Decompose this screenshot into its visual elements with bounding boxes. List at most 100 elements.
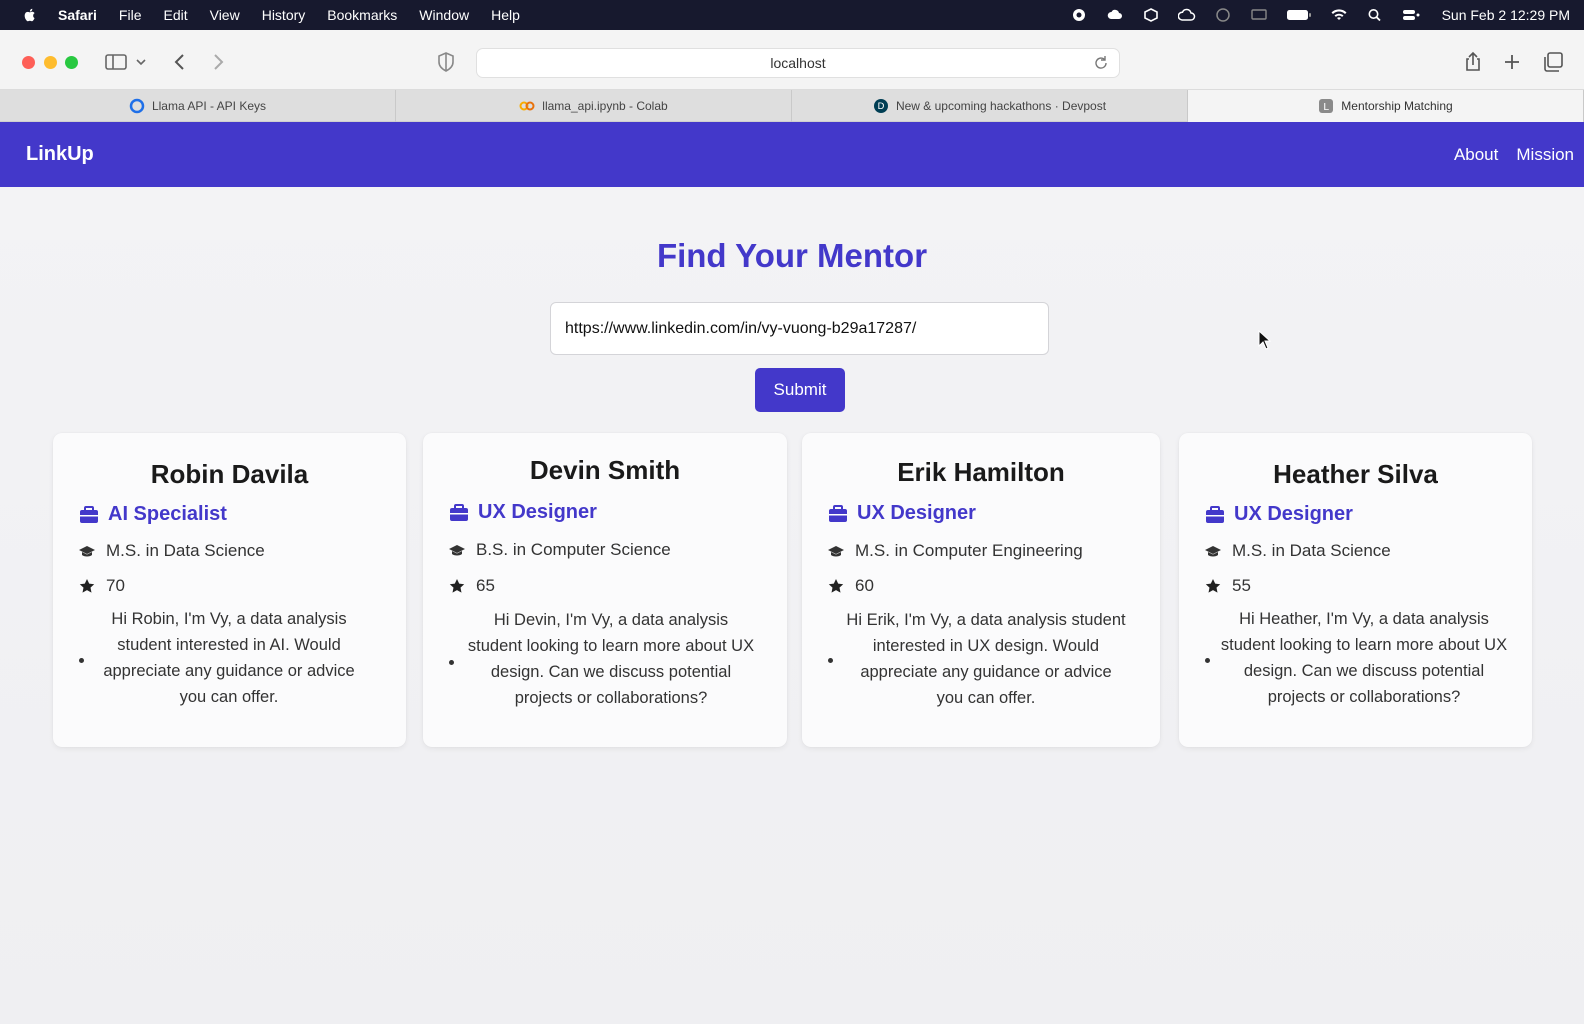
forward-icon[interactable] <box>206 50 230 74</box>
list-bullet <box>449 660 454 665</box>
page-title: Find Your Mentor <box>656 237 928 274</box>
mentor-score: 65 <box>449 576 495 596</box>
mentor-score-value: 70 <box>106 576 125 595</box>
cloud-icon[interactable] <box>1177 8 1196 22</box>
page-icon: L <box>1319 99 1334 113</box>
menu-window[interactable]: Window <box>419 7 469 23</box>
tab-colab[interactable]: llama_api.ipynb - Colab <box>396 90 792 122</box>
nav-links: About Mission <box>1454 122 1574 187</box>
wifi-icon[interactable] <box>1330 8 1348 22</box>
mentor-message: Hi Erik, I'm Vy, a data analysis student… <box>846 611 1126 707</box>
mentor-education: M.S. in Data Science <box>79 541 265 561</box>
colab-icon <box>519 101 535 111</box>
briefcase-icon <box>829 504 847 522</box>
close-window-button[interactable] <box>22 56 35 69</box>
mentor-card: Erik Hamilton UX Designer M.S. in Comput… <box>802 433 1160 747</box>
star-icon <box>449 579 465 593</box>
box-icon[interactable] <box>1142 8 1160 22</box>
chevron-down-icon[interactable] <box>133 50 149 74</box>
battery-icon[interactable] <box>1286 8 1312 22</box>
macos-menu-bar: Safari File Edit View History Bookmarks … <box>0 0 1584 30</box>
mentor-score-value: 55 <box>1232 576 1251 595</box>
mentor-name: Robin Davila <box>150 459 309 489</box>
mentor-role: UX Designer <box>1205 503 1353 526</box>
mentor-score: 55 <box>1205 576 1251 596</box>
menu-edit[interactable]: Edit <box>163 7 187 23</box>
mouse-cursor-icon <box>1258 330 1272 350</box>
menu-file[interactable]: File <box>119 7 142 23</box>
llama-icon <box>129 98 145 114</box>
mentor-role-label: UX Designer <box>478 501 597 523</box>
nav-mission-link[interactable]: Mission <box>1516 145 1574 165</box>
tab-bar: Llama API - API Keys llama_api.ipynb - C… <box>0 90 1584 122</box>
search-icon[interactable] <box>1366 8 1384 22</box>
brand-logo[interactable]: LinkUp <box>26 143 94 166</box>
mentor-name: Erik Hamilton <box>897 457 1065 487</box>
mentor-role-label: UX Designer <box>1234 503 1353 525</box>
graduation-cap-icon <box>449 545 465 556</box>
svg-text:L: L <box>1324 102 1330 113</box>
mentor-name: Devin Smith <box>529 455 681 485</box>
mentor-score: 60 <box>828 576 874 596</box>
list-bullet <box>1205 658 1210 663</box>
sidebar-toggle-icon[interactable] <box>104 50 128 74</box>
mentor-education: B.S. in Computer Science <box>449 540 671 560</box>
briefcase-icon <box>80 505 98 523</box>
address-bar[interactable]: localhost <box>476 48 1120 78</box>
submit-button[interactable]: Submit <box>755 368 845 412</box>
tab-llama-api[interactable]: Llama API - API Keys <box>0 90 396 122</box>
mentor-message: Hi Heather, I'm Vy, a data analysis stud… <box>1220 610 1508 706</box>
back-icon[interactable] <box>168 50 192 74</box>
tab-label: Mentorship Matching <box>1341 99 1453 113</box>
mentor-name: Heather Silva <box>1273 459 1438 489</box>
mentor-role: UX Designer <box>828 502 976 525</box>
mentor-message: Hi Devin, I'm Vy, a data analysis studen… <box>467 611 755 707</box>
devpost-icon: D <box>873 99 888 113</box>
mentor-education-label: B.S. in Computer Science <box>476 540 671 559</box>
control-center-icon[interactable] <box>1402 8 1420 22</box>
globe-icon[interactable] <box>1214 8 1232 22</box>
star-icon <box>828 579 844 593</box>
tab-mentorship-matching[interactable]: L Mentorship Matching <box>1188 90 1584 122</box>
share-icon[interactable] <box>1461 50 1485 74</box>
tab-label: llama_api.ipynb - Colab <box>542 99 668 113</box>
linkedin-url-input[interactable] <box>550 302 1049 355</box>
mentor-education-label: M.S. in Computer Engineering <box>855 541 1083 560</box>
tab-devpost[interactable]: D New & upcoming hackathons · Devpost <box>792 90 1188 122</box>
apple-menu-icon[interactable] <box>22 7 38 23</box>
mentor-score-value: 65 <box>476 576 495 595</box>
status-area: Sun Feb 2 12:29 PM <box>1070 0 1570 30</box>
menu-help[interactable]: Help <box>491 7 520 23</box>
menu-clock[interactable]: Sun Feb 2 12:29 PM <box>1442 7 1570 23</box>
mentor-education-label: M.S. in Data Science <box>1232 541 1391 560</box>
graduation-cap-icon <box>79 546 95 557</box>
new-tab-icon[interactable] <box>1500 50 1524 74</box>
star-icon <box>1205 579 1221 593</box>
mentor-education: M.S. in Computer Engineering <box>828 541 1083 561</box>
zoom-window-button[interactable] <box>65 56 78 69</box>
browser-toolbar: localhost <box>0 30 1584 90</box>
menu-app-name[interactable]: Safari <box>58 7 97 23</box>
record-icon[interactable] <box>1070 8 1088 22</box>
list-bullet <box>79 658 84 663</box>
address-text: localhost <box>770 55 826 71</box>
menu-bookmarks[interactable]: Bookmarks <box>327 7 397 23</box>
svg-text:D: D <box>877 102 884 112</box>
mentor-education-label: M.S. in Data Science <box>106 541 265 560</box>
tab-overview-icon[interactable] <box>1541 50 1565 74</box>
privacy-shield-icon[interactable] <box>434 50 458 74</box>
menu-view[interactable]: View <box>210 7 240 23</box>
cloud-sync-icon[interactable] <box>1106 8 1124 22</box>
minimize-window-button[interactable] <box>44 56 57 69</box>
reload-icon[interactable] <box>1093 55 1109 71</box>
nav-about-link[interactable]: About <box>1454 145 1498 165</box>
mentor-role: UX Designer <box>449 501 597 524</box>
mentor-role: AI Specialist <box>79 503 227 526</box>
mentor-card: Devin Smith UX Designer B.S. in Computer… <box>423 433 787 747</box>
menu-history[interactable]: History <box>262 7 306 23</box>
graduation-cap-icon <box>1205 546 1221 557</box>
display-icon[interactable] <box>1250 8 1268 22</box>
mentor-message: Hi Robin, I'm Vy, a data analysis studen… <box>103 610 355 706</box>
mentor-score: 70 <box>79 576 125 596</box>
mentor-card: Heather Silva UX Designer M.S. in Data S… <box>1179 433 1532 747</box>
